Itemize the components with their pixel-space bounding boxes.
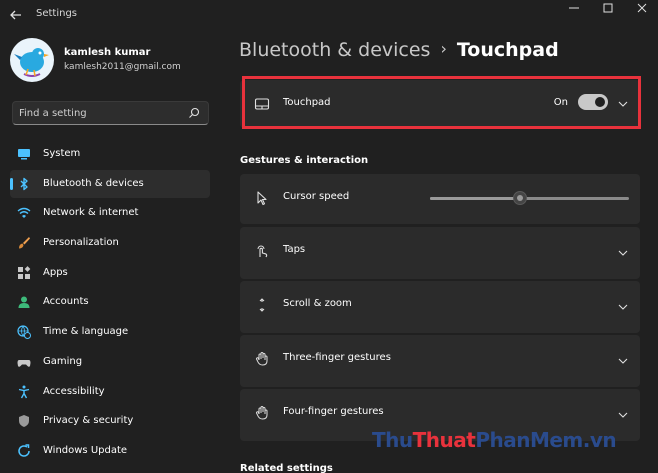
sidebar-item-apps[interactable]: Apps bbox=[10, 259, 210, 287]
related-settings-heading: Related settings bbox=[240, 463, 333, 473]
search-icon[interactable] bbox=[188, 107, 200, 119]
sidebar-item-accounts[interactable]: Accounts bbox=[10, 288, 210, 316]
sidebar-item-time-language[interactable]: Time & language bbox=[10, 318, 210, 346]
sidebar-item-label: Network & internet bbox=[43, 207, 139, 219]
taps-card[interactable]: Taps bbox=[240, 227, 640, 279]
sidebar-item-bluetooth-devices[interactable]: Bluetooth & devices bbox=[10, 169, 210, 198]
window-title: Settings bbox=[36, 8, 78, 19]
gamepad-icon bbox=[17, 359, 31, 367]
three-finger-label: Three-finger gestures bbox=[283, 352, 391, 363]
chevron-down-icon[interactable] bbox=[618, 302, 628, 312]
scroll-zoom-card[interactable]: Scroll & zoom bbox=[240, 281, 640, 333]
title-bar: Settings bbox=[0, 0, 658, 30]
sidebar-item-privacy-security[interactable]: Privacy & security bbox=[10, 407, 210, 435]
scroll-arrows-icon bbox=[259, 298, 265, 312]
breadcrumb-separator: › bbox=[440, 39, 447, 58]
chevron-down-icon[interactable] bbox=[618, 410, 628, 420]
page-title: Touchpad bbox=[456, 39, 559, 61]
sidebar-item-label: Personalization bbox=[43, 237, 119, 249]
sidebar-item-system[interactable]: System bbox=[10, 140, 210, 168]
user-profile[interactable]: kamlesh kumar kamlesh2011@gmail.com bbox=[10, 38, 210, 82]
watermark: ThuThuatPhanMem.vn bbox=[372, 428, 617, 452]
cursor-speed-slider[interactable] bbox=[430, 191, 629, 205]
back-arrow-icon[interactable] bbox=[8, 7, 24, 23]
sidebar-item-label: Windows Update bbox=[43, 444, 128, 456]
cursor-speed-label: Cursor speed bbox=[283, 191, 350, 202]
shield-icon bbox=[19, 415, 29, 428]
profile-name: kamlesh kumar bbox=[64, 47, 151, 58]
sidebar-item-label: Accessibility bbox=[43, 385, 105, 397]
sidebar-item-label: Time & language bbox=[43, 326, 129, 338]
bird-avatar-icon bbox=[14, 48, 49, 77]
minimize-button[interactable] bbox=[558, 0, 590, 16]
globe-clock-icon bbox=[17, 325, 31, 340]
maximize-button[interactable] bbox=[592, 0, 624, 16]
red-highlight-box bbox=[242, 76, 641, 129]
taps-label: Taps bbox=[283, 244, 306, 255]
cursor-arrow-icon bbox=[257, 191, 267, 206]
sidebar-item-label: Gaming bbox=[43, 355, 83, 367]
monitor-icon bbox=[18, 149, 30, 160]
avatar bbox=[10, 38, 54, 82]
sidebar-item-gaming[interactable]: Gaming bbox=[10, 348, 210, 376]
close-icon bbox=[637, 3, 647, 13]
sidebar-item-label: Bluetooth & devices bbox=[43, 177, 144, 189]
sidebar-item-personalization[interactable]: Personalization bbox=[10, 229, 210, 257]
sidebar-item-network[interactable]: Network & internet bbox=[10, 199, 210, 227]
sidebar-item-label: Accounts bbox=[43, 296, 89, 308]
sidebar-nav: System Bluetooth & devices Network & int… bbox=[10, 140, 210, 467]
sidebar-item-accessibility[interactable]: Accessibility bbox=[10, 378, 210, 406]
watermark-part: Thu bbox=[372, 428, 413, 452]
bluetooth-icon bbox=[20, 177, 28, 190]
profile-email: kamlesh2011@gmail.com bbox=[64, 62, 181, 72]
accessibility-icon bbox=[18, 385, 30, 398]
gestures-heading: Gestures & interaction bbox=[240, 155, 369, 166]
breadcrumb: Bluetooth & devices › Touchpad bbox=[239, 39, 559, 61]
scroll-zoom-label: Scroll & zoom bbox=[283, 298, 352, 309]
four-finger-label: Four-finger gestures bbox=[283, 406, 384, 417]
update-icon bbox=[18, 444, 30, 457]
watermark-part: PhanMem.vn bbox=[475, 428, 617, 452]
person-icon bbox=[18, 296, 30, 309]
apps-icon bbox=[18, 265, 31, 279]
wifi-icon bbox=[17, 208, 31, 219]
hand-icon bbox=[256, 406, 268, 420]
chevron-down-icon[interactable] bbox=[618, 356, 628, 366]
maximize-icon bbox=[603, 3, 613, 13]
search-box[interactable] bbox=[12, 101, 209, 125]
sidebar-item-windows-update[interactable]: Windows Update bbox=[10, 437, 210, 465]
brush-icon bbox=[19, 237, 30, 249]
minimize-icon bbox=[569, 7, 579, 9]
close-button[interactable] bbox=[626, 0, 658, 16]
three-finger-card[interactable]: Three-finger gestures bbox=[240, 335, 640, 387]
slider-thumb[interactable] bbox=[512, 191, 527, 205]
search-input[interactable] bbox=[19, 106, 179, 121]
chevron-down-icon[interactable] bbox=[618, 248, 628, 258]
slider-fill bbox=[430, 197, 520, 200]
tap-icon bbox=[257, 245, 268, 258]
sidebar-item-label: System bbox=[43, 148, 81, 159]
sidebar-item-label: Apps bbox=[43, 266, 68, 278]
breadcrumb-parent[interactable]: Bluetooth & devices bbox=[239, 39, 430, 61]
cursor-speed-card: Cursor speed bbox=[240, 174, 640, 224]
sidebar-item-label: Privacy & security bbox=[43, 415, 134, 427]
hand-icon bbox=[256, 352, 268, 366]
watermark-part: Thuat bbox=[412, 428, 476, 452]
